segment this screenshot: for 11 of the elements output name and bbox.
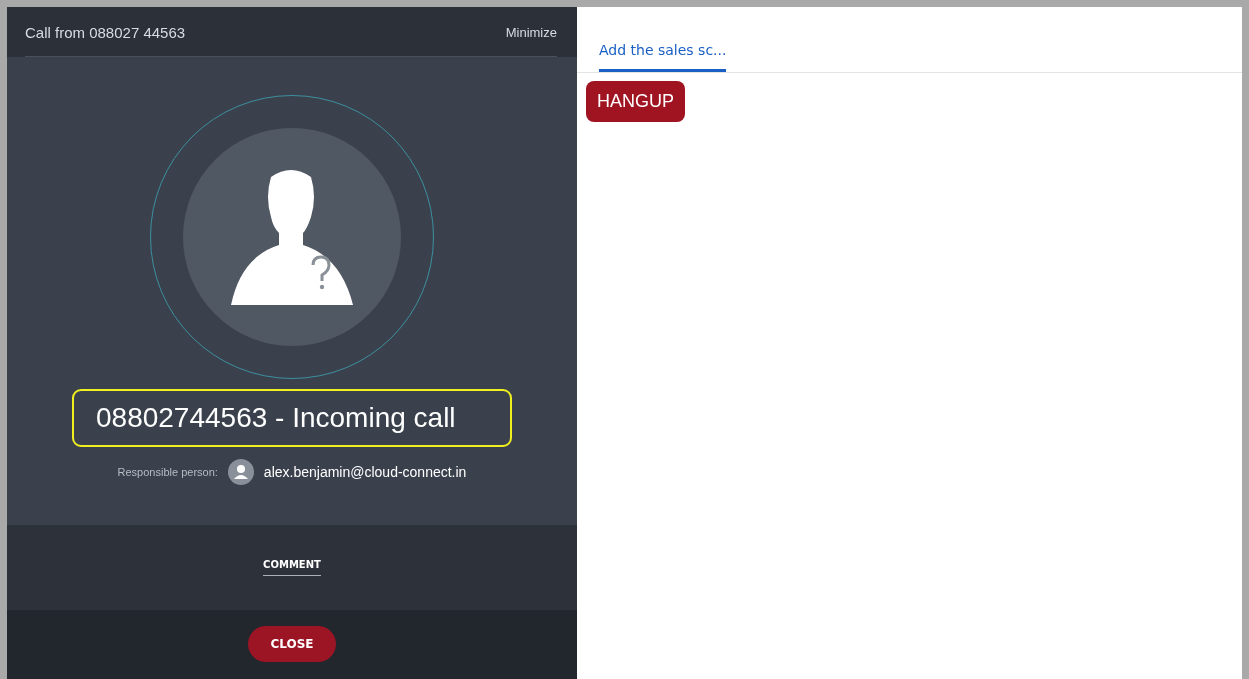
script-tab[interactable]: Add the sales sc...: [599, 42, 727, 72]
comment-tab[interactable]: COMMENT: [263, 559, 321, 576]
close-button[interactable]: CLOSE: [248, 626, 336, 662]
call-title: Call from 088027 44563: [25, 24, 186, 41]
responsible-email: alex.benjamin@cloud-connect.in: [263, 464, 467, 480]
hangup-button[interactable]: HANGUP: [586, 81, 685, 122]
minimize-button[interactable]: Minimize: [505, 25, 557, 40]
responsible-label: Responsible person:: [117, 466, 218, 478]
caller-status: 08802744563 - Incoming call: [72, 389, 512, 447]
user-avatar-icon: [227, 459, 254, 485]
unknown-person-silhouette-icon: [231, 167, 353, 307]
